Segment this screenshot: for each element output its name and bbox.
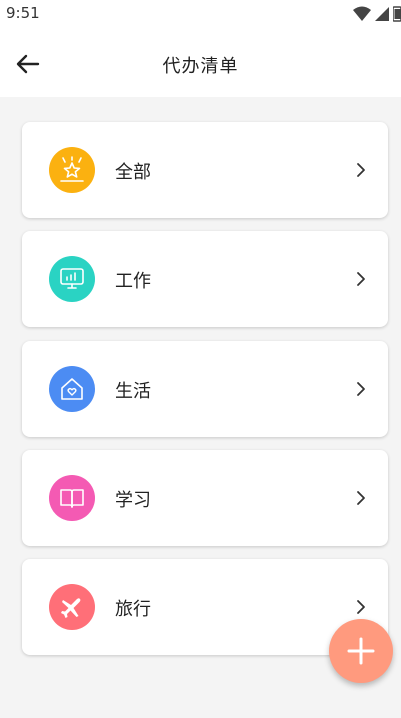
wifi-icon [353,6,371,21]
signal-icon [375,7,389,21]
chevron-right-icon [357,272,365,286]
category-label: 学习 [115,490,151,511]
add-category-button[interactable] [329,619,393,683]
chevron-right-icon [357,382,365,396]
status-icons [353,5,401,23]
chevron-right-icon [357,163,365,177]
category-card-life[interactable]: 生活 [22,341,388,437]
category-label: 生活 [115,381,151,402]
category-icon-bg [49,584,95,630]
chevron-right-icon [357,491,365,505]
category-icon-bg [49,147,95,193]
airplane-icon [61,598,81,618]
category-label: 工作 [115,271,151,292]
star-badge-icon [60,156,84,182]
category-card-all[interactable]: 全部 [22,122,388,218]
plus-icon [347,637,375,665]
status-time: 9:51 [6,4,40,22]
app-bar: 代办清单 [0,28,401,97]
category-label: 旅行 [115,599,151,620]
battery-icon [393,6,401,22]
book-icon [60,489,84,508]
chevron-right-icon [357,600,365,614]
category-label: 全部 [115,162,151,183]
home-heart-icon [61,378,83,400]
status-bar: 9:51 [0,0,401,28]
page-title: 代办清单 [162,56,239,77]
category-icon-bg [49,366,95,412]
monitor-chart-icon [60,268,84,289]
category-icon-bg [49,475,95,521]
category-icon-bg [49,256,95,302]
category-card-study[interactable]: 学习 [22,450,388,546]
category-card-work[interactable]: 工作 [22,231,388,327]
